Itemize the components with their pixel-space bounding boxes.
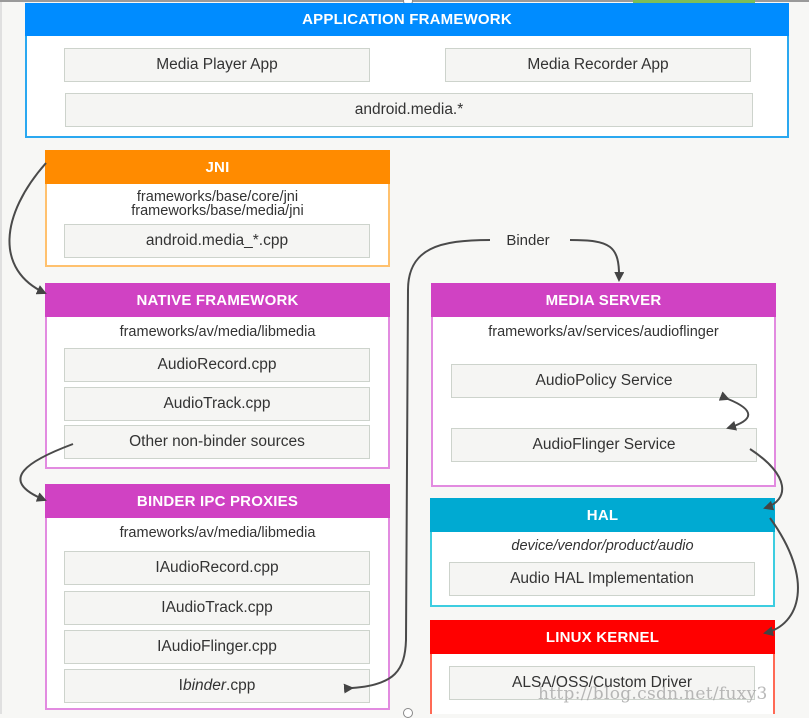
iaudioflinger-cpp-item[interactable]: IAudioFlinger.cpp: [64, 630, 370, 664]
native-framework-title: NATIVE FRAMEWORK: [45, 283, 390, 317]
arrow-jni-to-native: [8, 162, 47, 295]
hal-box: HAL device/vendor/product/audio Audio HA…: [430, 498, 775, 607]
audiopolicy-service-item[interactable]: AudioPolicy Service: [451, 364, 757, 398]
audio-hal-implementation-item[interactable]: Audio HAL Implementation: [449, 562, 755, 596]
media-server-box: MEDIA SERVER frameworks/av/services/audi…: [431, 283, 776, 487]
native-framework-box: NATIVE FRAMEWORK frameworks/av/media/lib…: [45, 283, 390, 469]
resize-handle-bottom[interactable]: [403, 708, 413, 718]
hal-title: HAL: [430, 498, 775, 532]
iaudiorecord-cpp-item[interactable]: IAudioRecord.cpp: [64, 551, 370, 585]
media-server-path: frameworks/av/services/audioflinger: [488, 324, 719, 340]
audioflinger-service-item[interactable]: AudioFlinger Service: [451, 428, 757, 462]
jni-title: JNI: [45, 150, 390, 184]
binder-connector-label: Binder: [490, 231, 566, 251]
binder-ipc-path: frameworks/av/media/libmedia: [119, 525, 316, 541]
media-server-title: MEDIA SERVER: [431, 283, 776, 317]
arrow-binder-label-to-media-server: [569, 239, 625, 282]
binder-ipc-proxies-box: BINDER IPC PROXIES frameworks/av/media/l…: [45, 484, 390, 710]
watermark: http://blog.csdn.net/fuxy3: [538, 684, 768, 704]
android-media-cpp-item[interactable]: android.media_*.cpp: [64, 224, 370, 258]
media-player-app-item[interactable]: Media Player App: [64, 48, 370, 82]
audiotrack-cpp-item[interactable]: AudioTrack.cpp: [64, 387, 370, 421]
media-recorder-app-item[interactable]: Media Recorder App: [445, 48, 751, 82]
jni-path-core: frameworks/base/core/jni: [136, 189, 299, 205]
ibinder-suffix: .cpp: [226, 677, 256, 694]
iaudiotrack-cpp-item[interactable]: IAudioTrack.cpp: [64, 591, 370, 625]
left-edge: [0, 0, 2, 714]
audiorecord-cpp-item[interactable]: AudioRecord.cpp: [64, 348, 370, 382]
native-framework-path: frameworks/av/media/libmedia: [119, 324, 316, 340]
application-framework-title: APPLICATION FRAMEWORK: [25, 3, 789, 36]
linux-kernel-title: LINUX KERNEL: [430, 620, 775, 654]
jni-path-media: frameworks/base/media/jni: [131, 203, 304, 219]
hal-path: device/vendor/product/audio: [511, 538, 694, 554]
binder-ipc-proxies-title: BINDER IPC PROXIES: [45, 484, 390, 518]
ibinder-cpp-item[interactable]: Ibinder .cpp: [64, 669, 370, 703]
other-non-binder-sources-item[interactable]: Other non-binder sources: [64, 425, 370, 459]
ibinder-italic: binder: [182, 677, 227, 694]
application-framework-box: APPLICATION FRAMEWORK Media Player App M…: [25, 3, 789, 138]
jni-box: JNI frameworks/base/core/jni frameworks/…: [45, 150, 390, 267]
android-media-item[interactable]: android.media.*: [65, 93, 753, 127]
